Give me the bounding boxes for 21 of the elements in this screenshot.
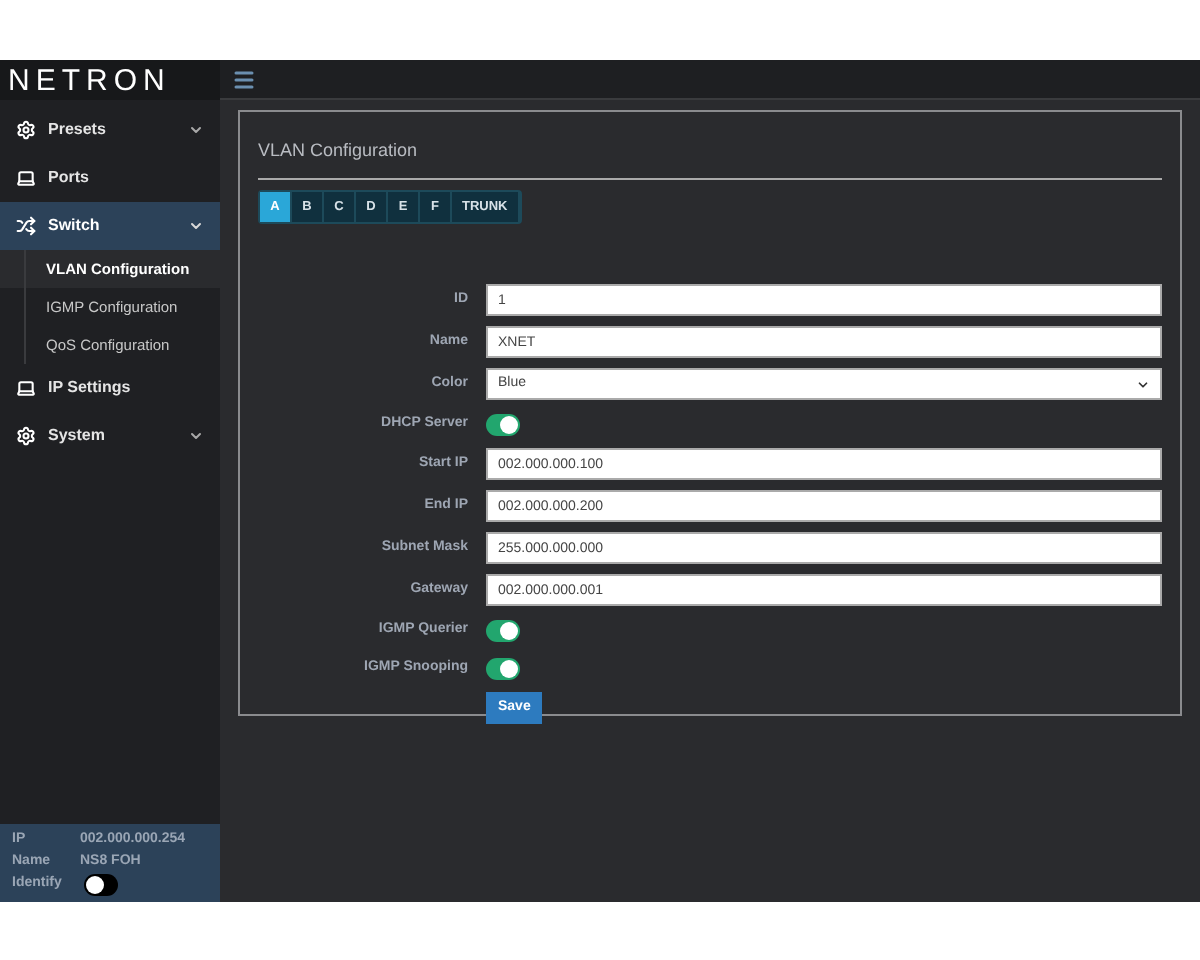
chevron-icon <box>188 122 204 138</box>
sidebar-item[interactable]: System <box>0 412 220 460</box>
chevron-icon <box>188 428 204 444</box>
sidebar-item[interactable]: Ports <box>0 154 220 202</box>
laptop-icon <box>16 378 36 398</box>
gear-icon <box>16 426 36 446</box>
logo: NETRON <box>8 65 171 95</box>
panel-title: VLAN Configuration <box>258 140 418 160</box>
sidebar-item[interactable]: Switch <box>0 202 220 250</box>
chevron-icon <box>1136 377 1150 391</box>
toggle-switch[interactable] <box>84 874 118 896</box>
shuffle-icon <box>16 216 36 236</box>
chevron-icon <box>188 218 204 234</box>
toggle-switch[interactable] <box>486 619 520 641</box>
sidebar-item[interactable]: Presets <box>0 106 220 154</box>
gear-icon <box>16 120 36 140</box>
sidebar-item[interactable]: IP Settings <box>0 364 220 412</box>
menu-icon[interactable] <box>232 67 256 91</box>
toggle-switch[interactable] <box>486 657 520 679</box>
toggle-switch[interactable] <box>486 413 520 435</box>
laptop-icon <box>16 168 36 188</box>
